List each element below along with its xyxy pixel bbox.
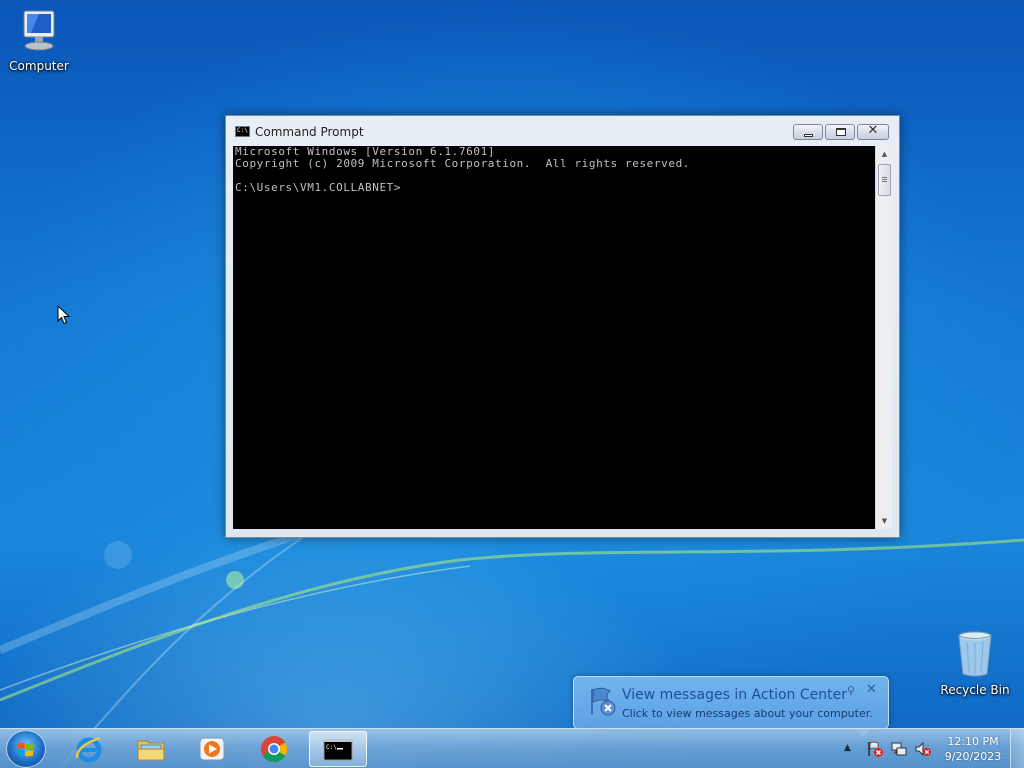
notification-title: View messages in Action Center xyxy=(622,687,847,703)
desktop-icon-computer[interactable]: Computer xyxy=(0,8,78,73)
scroll-down-arrow-icon[interactable]: ▼ xyxy=(876,513,893,529)
taskbar-item-windows-explorer[interactable] xyxy=(124,731,178,767)
console-prompt: C:\Users\VM1.COLLABNET> xyxy=(235,181,402,194)
system-clock[interactable]: 12:10 PM 9/20/2023 xyxy=(940,734,1006,764)
internet-explorer-icon xyxy=(75,736,102,763)
mouse-cursor-icon xyxy=(57,305,71,325)
taskbar-item-media-player[interactable] xyxy=(185,731,239,767)
taskbar-item-internet-explorer[interactable] xyxy=(62,731,116,767)
clock-time: 12:10 PM xyxy=(947,735,999,748)
window-titlebar[interactable]: C:\ Command Prompt ✕ xyxy=(226,116,899,146)
minimize-icon xyxy=(804,134,813,137)
grip-line xyxy=(882,181,887,182)
clock-date: 9/20/2023 xyxy=(944,750,1002,763)
chrome-icon xyxy=(261,736,288,763)
scroll-thumb[interactable] xyxy=(878,164,891,196)
svg-text:C:\: C:\ xyxy=(326,744,337,751)
desktop-icon-label: Recycle Bin xyxy=(940,683,1010,697)
grip-line xyxy=(882,179,887,180)
folder-icon xyxy=(137,740,165,761)
cmd-icon: C:\ xyxy=(235,126,250,137)
taskbar-item-chrome[interactable] xyxy=(247,731,301,767)
scroll-up-arrow-icon[interactable]: ▲ xyxy=(876,146,893,162)
action-center-notification[interactable]: View messages in Action Center Click to … xyxy=(573,676,889,738)
action-center-flag-icon xyxy=(591,687,616,716)
cmd-icon: C:\ xyxy=(323,739,353,761)
recycle-bin-icon xyxy=(958,631,992,677)
window-controls: ✕ xyxy=(793,123,889,140)
grip-line xyxy=(882,177,887,178)
notification-text: Click to view messages about your comput… xyxy=(622,707,873,720)
media-player-icon xyxy=(199,737,225,761)
taskbar: C:\ ▲ 12:10 PM 9/20/2023 xyxy=(0,728,1024,768)
desktop-icon-recycle-bin[interactable]: Recycle Bin xyxy=(936,630,1014,697)
windows-logo-icon xyxy=(17,742,34,757)
start-button[interactable] xyxy=(6,730,46,768)
command-prompt-window[interactable]: C:\ Command Prompt ✕ Microsoft Windows [… xyxy=(225,115,900,538)
show-hidden-icons-arrow-icon[interactable]: ▲ xyxy=(844,743,851,753)
desktop-icon-label: Computer xyxy=(9,59,69,73)
pin-icon[interactable]: ⚲ xyxy=(847,684,855,697)
action-center-flag-icon[interactable] xyxy=(866,740,884,758)
notification-close-icon[interactable]: ✕ xyxy=(866,682,877,697)
close-button[interactable]: ✕ xyxy=(857,123,889,140)
network-icon[interactable] xyxy=(890,740,908,758)
vertical-scrollbar[interactable]: ▲ ▼ xyxy=(875,146,892,529)
volume-muted-icon[interactable] xyxy=(914,740,932,758)
minimize-button[interactable] xyxy=(793,124,823,140)
maximize-icon xyxy=(836,128,846,136)
maximize-button[interactable] xyxy=(825,124,855,140)
console-line: Copyright (c) 2009 Microsoft Corporation… xyxy=(235,157,691,170)
close-icon: ✕ xyxy=(867,123,879,138)
taskbar-item-command-prompt[interactable]: C:\ xyxy=(309,731,367,767)
computer-icon xyxy=(23,10,55,51)
show-desktop-button[interactable] xyxy=(1010,729,1024,768)
console-output[interactable]: Microsoft Windows [Version 6.1.7601] Cop… xyxy=(233,146,875,529)
window-title: Command Prompt xyxy=(255,125,364,139)
